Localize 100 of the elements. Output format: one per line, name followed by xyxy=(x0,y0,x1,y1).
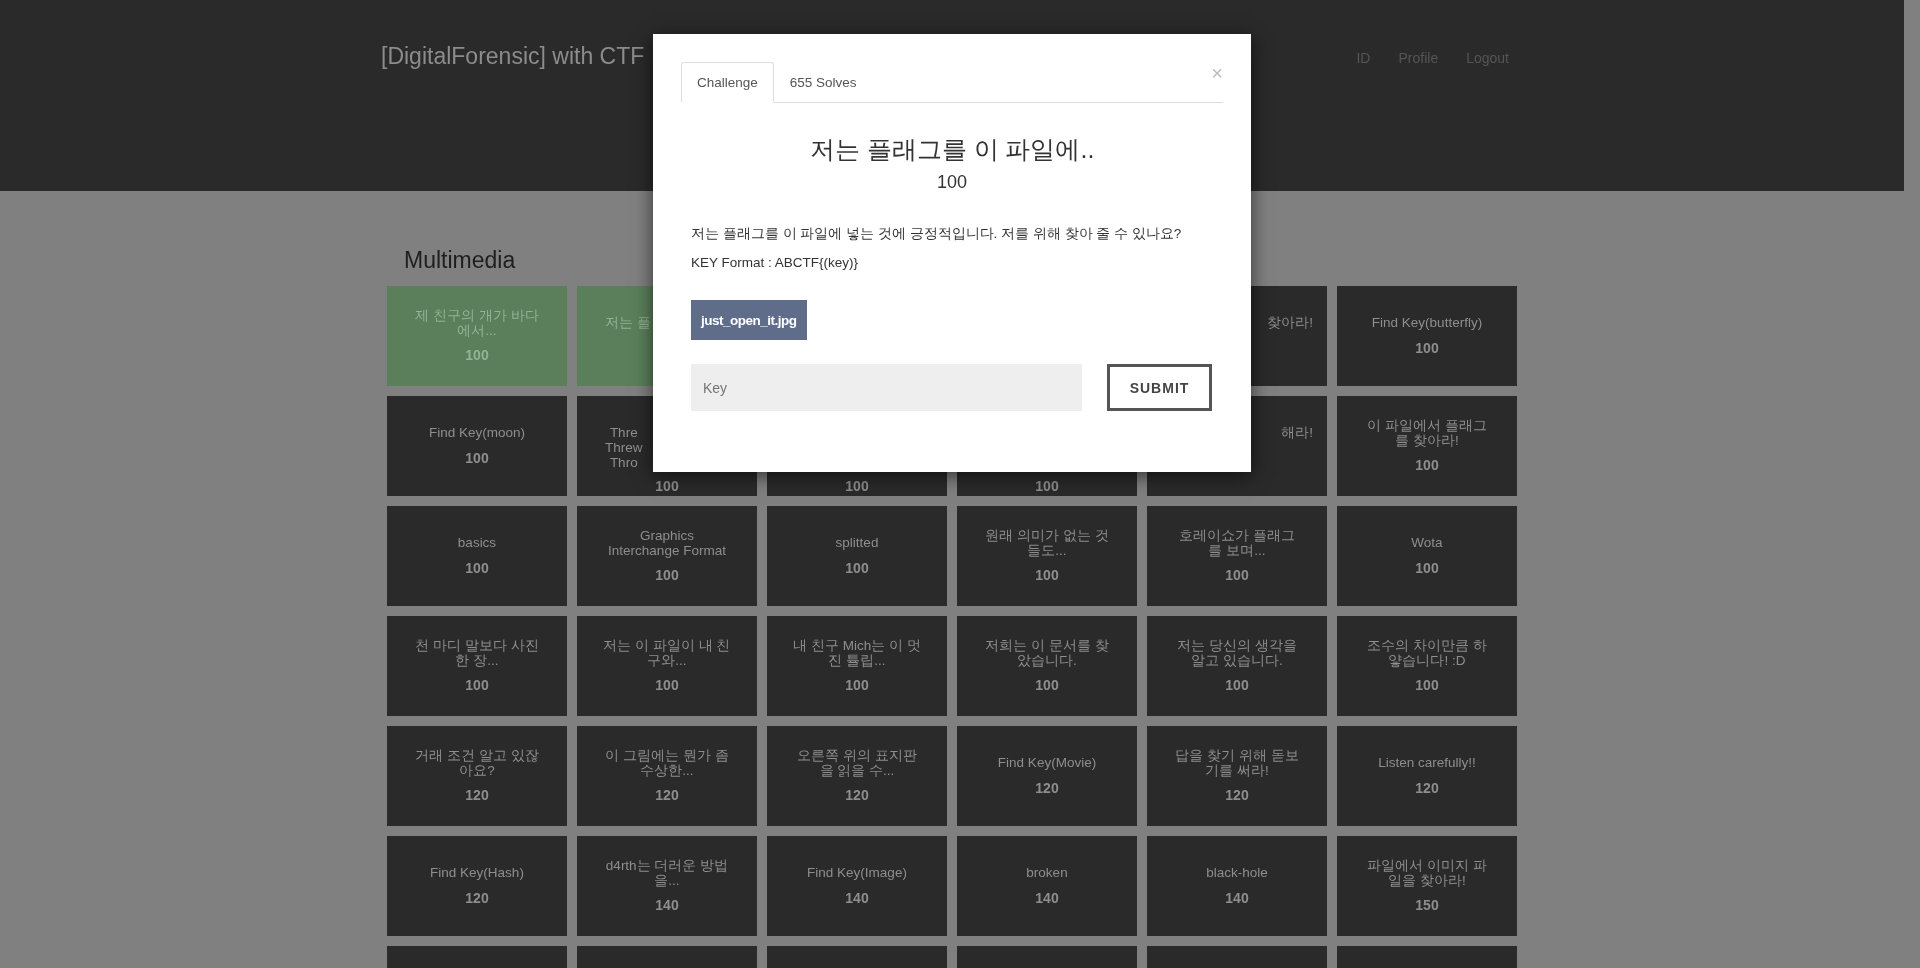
challenge-tile[interactable]: Find Key(Hash) 120 xyxy=(387,836,567,936)
tile-points: 100 xyxy=(465,449,489,466)
challenge-description: 저는 플래그를 이 파일에 넣는 것에 긍정적입니다. 저를 위해 찾아 줄 수 있나요? xyxy=(691,225,1183,243)
challenge-tile[interactable]: black-hole 140 xyxy=(1147,836,1327,936)
tile-points: 120 xyxy=(1415,779,1439,796)
tile-points: 100 xyxy=(465,677,489,694)
tile-points: 150 xyxy=(1415,897,1439,914)
challenge-tile[interactable]: 파일에서 이미지 파일을 찾아라! 150 xyxy=(1337,836,1517,936)
tile-title: 저는 당신의 생각을 알고 있습니다. xyxy=(1176,638,1298,669)
challenge-tile[interactable]: 내 친구 Mich는 이 멋진 튤립... 100 xyxy=(767,616,947,716)
tile-points: 140 xyxy=(845,889,869,906)
tile-title: Find Key(butterfly) xyxy=(1371,316,1483,331)
challenge-tile[interactable]: 조수의 차이만큼 하얗습니다! :D 100 xyxy=(1337,616,1517,716)
challenge-tile[interactable]: Listen carefully!! 120 xyxy=(1337,726,1517,826)
tile-title: 천 마디 말보다 사진 한 장... xyxy=(414,638,540,669)
challenge-tile[interactable]: 답을 찾기 위해 돋보기를 써라! 120 xyxy=(1147,726,1327,826)
tile-points: 100 xyxy=(654,478,680,494)
challenge-tile[interactable]: Find Key(butterfly) 100 xyxy=(1337,286,1517,386)
tile-points: 100 xyxy=(1415,677,1439,694)
challenge-tile[interactable]: 저희는 이 문서를 찾았습니다. 100 xyxy=(957,616,1137,716)
tile-title: Find Key(Image) xyxy=(807,866,907,881)
tile-title: 거래 조건 알고 있잖아요? xyxy=(414,748,540,779)
tile-points: 100 xyxy=(845,677,869,694)
tile-points: 100 xyxy=(1225,567,1249,584)
tile-points: 100 xyxy=(465,347,489,364)
challenge-tile[interactable]: Graphics Interchange Format 100 xyxy=(577,506,757,606)
challenge-tile[interactable]: Find Key(Image) 140 xyxy=(767,836,947,936)
submit-button[interactable]: SUBMIT xyxy=(1107,364,1212,411)
tile-title: 저희는 이 문서를 찾았습니다. xyxy=(984,638,1110,669)
tile-title: broken xyxy=(1026,866,1068,881)
challenge-tile[interactable]: 거래 조건 알고 있잖아요? 120 xyxy=(387,726,567,826)
tile-points: 100 xyxy=(1225,677,1249,694)
challenge-tile[interactable]: splitted 100 xyxy=(767,506,947,606)
tile-title: 제 친구의 개가 바다에서... xyxy=(414,308,540,339)
tile-title: d4rth는 더러운 방법을... xyxy=(604,858,730,889)
tile-title: Find Key(Hash) xyxy=(430,866,524,881)
tile-title: Wota xyxy=(1411,536,1443,551)
tile-points: 140 xyxy=(1225,889,1249,906)
tile-points: 120 xyxy=(1225,787,1249,804)
tile-title: 호레이쇼가 플래그를 보며... xyxy=(1178,528,1296,559)
challenge-title: 저는 플래그를 이 파일에.. xyxy=(808,134,1096,165)
tile-title: Find Key(Movie) xyxy=(997,756,1097,771)
tile-title: 이 파일에서 플래그를 찾아라! xyxy=(1366,418,1488,449)
tile-title: 답을 찾기 위해 돋보기를 써라! xyxy=(1174,748,1300,779)
tile-points: 100 xyxy=(1415,457,1439,474)
tile-points: 120 xyxy=(465,889,489,906)
tile-points: 100 xyxy=(845,559,869,576)
dialog-tab[interactable]: Challenge xyxy=(681,62,774,103)
tile-points: 100 xyxy=(1415,339,1439,356)
tile-points: 120 xyxy=(465,787,489,804)
challenge-tile[interactable]: basics 100 xyxy=(387,506,567,606)
challenge-tile[interactable]: 원래 의미가 없는 것들도... 100 xyxy=(957,506,1137,606)
tile-points: 100 xyxy=(1035,677,1059,694)
tile-title: Graphics Interchange Format xyxy=(607,528,727,559)
key-format-text: KEY Format : ABCTF{(key)} xyxy=(691,255,860,270)
challenge-tile[interactable]: 오른쪽 위의 표지판을 읽을 수... 120 xyxy=(767,726,947,826)
tile-points: 140 xyxy=(1035,889,1059,906)
tile-points: 100 xyxy=(1034,478,1060,494)
tile-points: 120 xyxy=(845,787,869,804)
challenge-tile[interactable]: d4rth는 더러운 방법을... 140 xyxy=(577,836,757,936)
tile-points: 100 xyxy=(655,567,679,584)
tile-points: 120 xyxy=(1035,779,1059,796)
tile-title: 파일에서 이미지 파일을 찾아라! xyxy=(1366,858,1488,889)
challenge-tile[interactable]: broken 140 xyxy=(957,836,1137,936)
dialog-tab[interactable]: 655 Solves xyxy=(773,62,873,103)
tile-title: 해라! xyxy=(1281,426,1314,441)
tile-title: black-hole xyxy=(1206,866,1268,881)
challenge-tile[interactable]: Find Key(Movie) 120 xyxy=(957,726,1137,826)
tile-points: 100 xyxy=(465,559,489,576)
tile-title: Find Key(moon) xyxy=(428,426,525,441)
tile-points: 100 xyxy=(844,478,870,494)
tile-title: basics xyxy=(457,536,497,551)
tile-title: 저는 이 파일이 내 친구와... xyxy=(603,638,731,669)
challenge-tile[interactable]: 호레이쇼가 플래그를 보며... 100 xyxy=(1147,506,1327,606)
challenge-tile[interactable]: 저는 당신의 생각을 알고 있습니다. 100 xyxy=(1147,616,1327,716)
tile-title: 원래 의미가 없는 것들도... xyxy=(984,528,1110,559)
tile-title: splitted xyxy=(835,536,879,551)
challenge-tile[interactable]: Find Key(moon) 100 xyxy=(387,396,567,496)
challenge-tile[interactable]: Wota 100 xyxy=(1337,506,1517,606)
challenge-tile[interactable]: 이 그림에는 뭔가 좀 수상한... 120 xyxy=(577,726,757,826)
challenge-tile[interactable]: 천 마디 말보다 사진 한 장... 100 xyxy=(387,616,567,716)
tile-title: 조수의 차이만큼 하얗습니다! :D xyxy=(1366,638,1488,669)
tile-points: 120 xyxy=(655,787,679,804)
file-download-button[interactable]: just_open_it.jpg xyxy=(691,300,807,340)
key-input-field[interactable]: Key xyxy=(691,364,1082,411)
tile-title: 찾아라! xyxy=(1267,316,1314,331)
tile-points: 140 xyxy=(655,897,679,914)
tile-title: 이 그림에는 뭔가 좀 수상한... xyxy=(604,748,730,779)
challenge-points: 100 xyxy=(935,172,968,193)
tile-points: 100 xyxy=(1415,559,1439,576)
site-title[interactable]: [DigitalForensic] with CTF xyxy=(381,43,645,70)
tile-points: 100 xyxy=(655,677,679,694)
tile-title: 내 친구 Mich는 이 멋진 튤립... xyxy=(793,638,921,669)
category-heading: Multimedia xyxy=(404,247,516,274)
challenge-tile[interactable]: 저는 이 파일이 내 친구와... 100 xyxy=(577,616,757,716)
tile-points: 100 xyxy=(1035,567,1059,584)
tile-title: 오른쪽 위의 표지판을 읽을 수... xyxy=(796,748,918,779)
tile-title: Listen carefully!! xyxy=(1378,756,1476,771)
challenge-tile[interactable]: 이 파일에서 플래그를 찾아라! 100 xyxy=(1337,396,1517,496)
tile-title: Thre Threw Thro xyxy=(604,426,643,471)
